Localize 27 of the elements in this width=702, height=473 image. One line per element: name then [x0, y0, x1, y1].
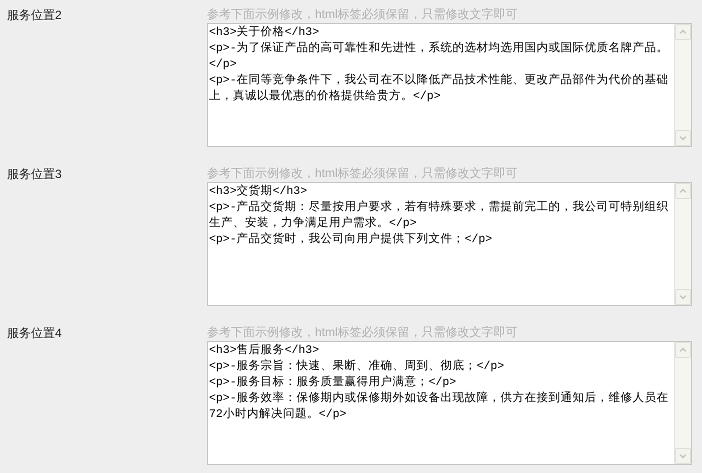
scroll-arrow-button[interactable] — [675, 289, 691, 305]
hint-text: 参考下面示例修改，html标签必须保留，只需修改文字即可 — [207, 6, 518, 23]
scrollbar[interactable] — [674, 183, 691, 305]
scroll-arrow-button[interactable] — [675, 130, 691, 146]
chevron-icon — [678, 452, 688, 460]
text-area[interactable]: <h3>关于价格</h3> <p>-为了保证产品的高可靠性和先进性，系统的选材均选用国内或国际优质名牌产品。</p> <p>-在同等竞争条件下，我公司在不以降低产品技术性能、更改产品部件为代价的基础上，真诚以最优惠的价格提供给贵方。</p> — [207, 23, 692, 147]
scrollbar[interactable] — [674, 24, 691, 146]
field-label: 服务位置2 — [6, 7, 63, 24]
text-area-content: <h3>交货期</h3> <p>-产品交货期：尽量按用户要求，若有特殊要求，需提前完工的，我公司可特别组织生产、安装，力争满足用户需求。</p> <p>-产品交货时，我公司向用户提供下列文件；</p> — [208, 183, 670, 248]
scroll-arrow-button[interactable] — [675, 342, 691, 358]
field-label: 服务位置4 — [6, 325, 63, 342]
chevron-icon — [678, 293, 688, 301]
text-area[interactable]: <h3>交货期</h3> <p>-产品交货期：尽量按用户要求，若有特殊要求，需提前完工的，我公司可特别组织生产、安装，力争满足用户需求。</p> <p>-产品交货时，我公司向用户提供下列文件；</p> — [207, 182, 692, 306]
scrollbar[interactable] — [674, 342, 691, 464]
text-area-content: <h3>关于价格</h3> <p>-为了保证产品的高可靠性和先进性，系统的选材均选用国内或国际优质名牌产品。</p> <p>-在同等竞争条件下，我公司在不以降低产品技术性能、更改产品部件为代价的基础上，真诚以最优惠的价格提供给贵方。</p> — [208, 24, 670, 105]
chevron-icon — [678, 187, 688, 195]
text-area[interactable]: <h3>售后服务</h3> <p>-服务宗旨：快速、果断、准确、周到、彻底；</p> <p>-服务目标：服务质量赢得用户满意；</p> <p>-服务效率：保修期内或保修期外如设备出现故障，供方在接到通知后，维修人员在72小时内解决问题。</p> — [207, 341, 692, 465]
scroll-arrow-button[interactable] — [675, 183, 691, 199]
chevron-icon — [678, 28, 688, 36]
scroll-arrow-button[interactable] — [675, 448, 691, 464]
chevron-icon — [678, 134, 688, 142]
field-label: 服务位置3 — [6, 166, 63, 183]
chevron-icon — [678, 346, 688, 354]
hint-text: 参考下面示例修改，html标签必须保留，只需修改文字即可 — [207, 324, 518, 341]
scroll-arrow-button[interactable] — [675, 24, 691, 40]
hint-text: 参考下面示例修改，html标签必须保留，只需修改文字即可 — [207, 165, 518, 182]
text-area-content: <h3>售后服务</h3> <p>-服务宗旨：快速、果断、准确、周到、彻底；</p> <p>-服务目标：服务质量赢得用户满意；</p> <p>-服务效率：保修期内或保修期外如设备出现故障，供方在接到通知后，维修人员在72小时内解决问题。</p> — [208, 342, 670, 423]
